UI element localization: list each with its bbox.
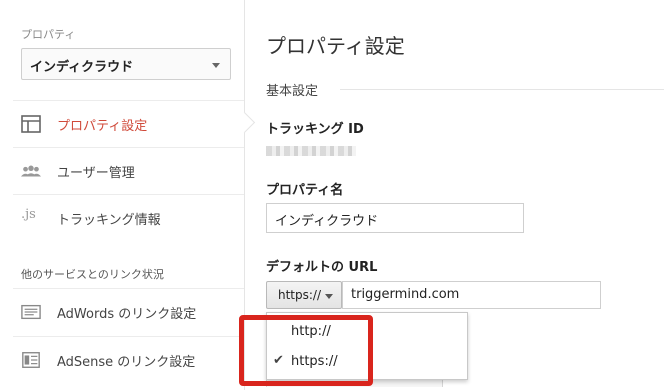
sidebar: プロパティ インディクラウド プロパティ設定 ユーザー管理 .js トラッキング… <box>0 0 256 390</box>
users-icon <box>21 165 41 177</box>
section-heading: 基本設定 <box>266 84 319 99</box>
sidebar-item-label: プロパティ設定 <box>57 119 148 134</box>
chevron-down-icon <box>212 63 220 68</box>
property-name-label: プロパティ名 <box>266 183 344 198</box>
property-name-input[interactable]: インディクラウド <box>266 203 524 233</box>
property-select[interactable]: インディクラウド <box>21 48 231 80</box>
property-name-value: インディクラウド <box>275 214 379 229</box>
adsense-icon <box>22 352 40 368</box>
highlight-annotation-box <box>239 315 373 386</box>
tracking-id-label: トラッキング ID <box>266 122 364 137</box>
default-url-label: デフォルトの URL <box>266 260 378 275</box>
layout-icon <box>21 115 41 133</box>
default-url-input[interactable]: triggermind.com <box>342 281 601 309</box>
sidebar-item-user-management[interactable]: ユーザー管理 <box>13 147 244 193</box>
sidebar-item-adsense[interactable]: AdSense のリンク設定 <box>13 336 244 382</box>
sidebar-item-label: AdWords のリンク設定 <box>57 307 197 322</box>
active-indicator <box>233 111 256 134</box>
tracking-id-value-redacted <box>266 146 356 156</box>
property-caption: プロパティ <box>21 28 76 41</box>
protocol-select-button[interactable]: https:// <box>266 281 342 309</box>
property-select-value: インディクラウド <box>30 60 134 75</box>
default-url-value: triggermind.com <box>351 287 460 302</box>
chevron-down-icon <box>325 294 333 299</box>
sidebar-item-label: AdSense のリンク設定 <box>57 355 196 370</box>
js-icon: .js <box>21 207 36 222</box>
adwords-icon <box>21 304 41 320</box>
sidebar-item-label: トラッキング情報 <box>57 213 161 228</box>
sidebar-item-label: ユーザー管理 <box>57 166 135 181</box>
linked-services-heading: 他のサービスとのリンク状況 <box>21 268 164 281</box>
protocol-selected-value: https:// <box>278 288 322 302</box>
section-divider <box>340 89 664 90</box>
sidebar-item-tracking-info[interactable]: .js トラッキング情報 <box>13 194 244 240</box>
sidebar-item-adwords[interactable]: AdWords のリンク設定 <box>13 288 244 334</box>
sidebar-item-property-settings[interactable]: プロパティ設定 <box>13 100 256 146</box>
page-title: プロパティ設定 <box>266 34 405 58</box>
